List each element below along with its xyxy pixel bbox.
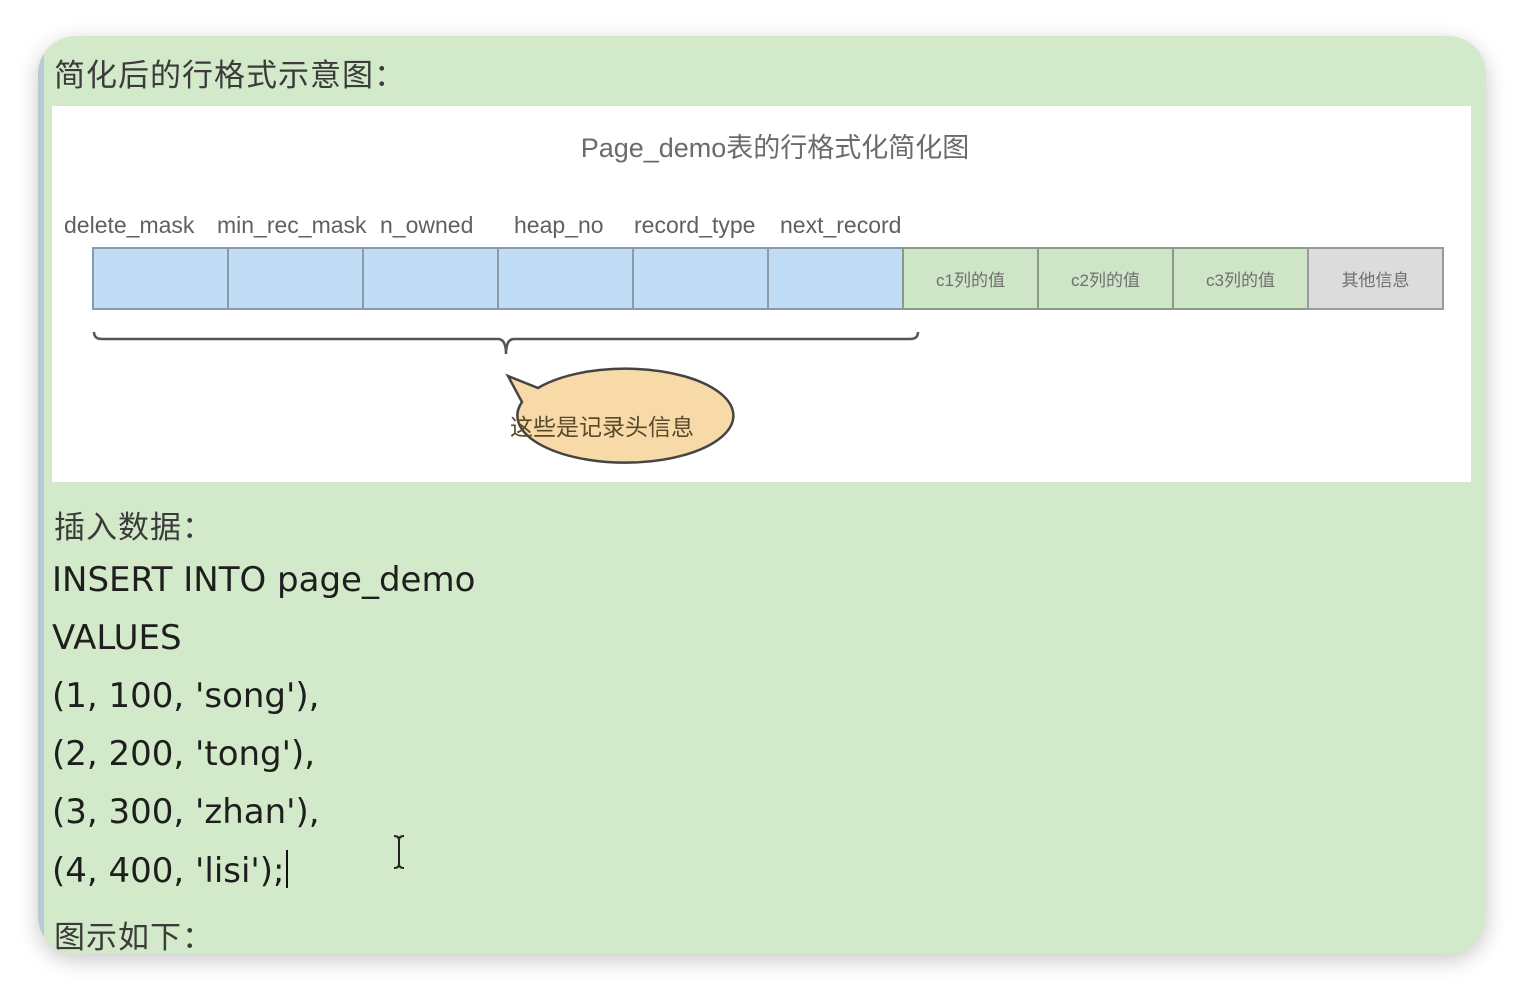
brace-and-callout — [92, 331, 920, 464]
text-caret — [285, 850, 288, 888]
sql-row-3[interactable]: (3, 300, 'zhan'), — [52, 792, 320, 832]
sql-row-4[interactable]: (4, 400, 'lisi'); — [52, 851, 285, 891]
callout-text: 这些是记录头信息 — [510, 415, 694, 441]
sql-line-values[interactable]: VALUES — [52, 618, 182, 658]
sql-row-2[interactable]: (2, 200, 'tong'), — [52, 734, 315, 774]
section-heading-insert-data: 插入数据： — [54, 510, 214, 546]
curly-brace — [92, 331, 920, 355]
left-edge-bar — [38, 36, 44, 954]
document-card: 简化后的行格式示意图： Page_demo表的行格式化简化图 delete_ma… — [38, 36, 1486, 954]
sql-line-insert[interactable]: INSERT INTO page_demo — [52, 560, 475, 600]
ibeam-cursor-icon — [393, 835, 405, 869]
row-format-figure: Page_demo表的行格式化简化图 delete_mask min_rec_m… — [52, 106, 1471, 482]
sql-row-1[interactable]: (1, 100, 'song'), — [52, 676, 319, 716]
sql-row-4-wrapper[interactable]: (4, 400, 'lisi'); — [52, 850, 288, 891]
section-heading-diagram: 图示如下： — [54, 920, 214, 954]
section-heading-row-format: 简化后的行格式示意图： — [54, 58, 406, 94]
